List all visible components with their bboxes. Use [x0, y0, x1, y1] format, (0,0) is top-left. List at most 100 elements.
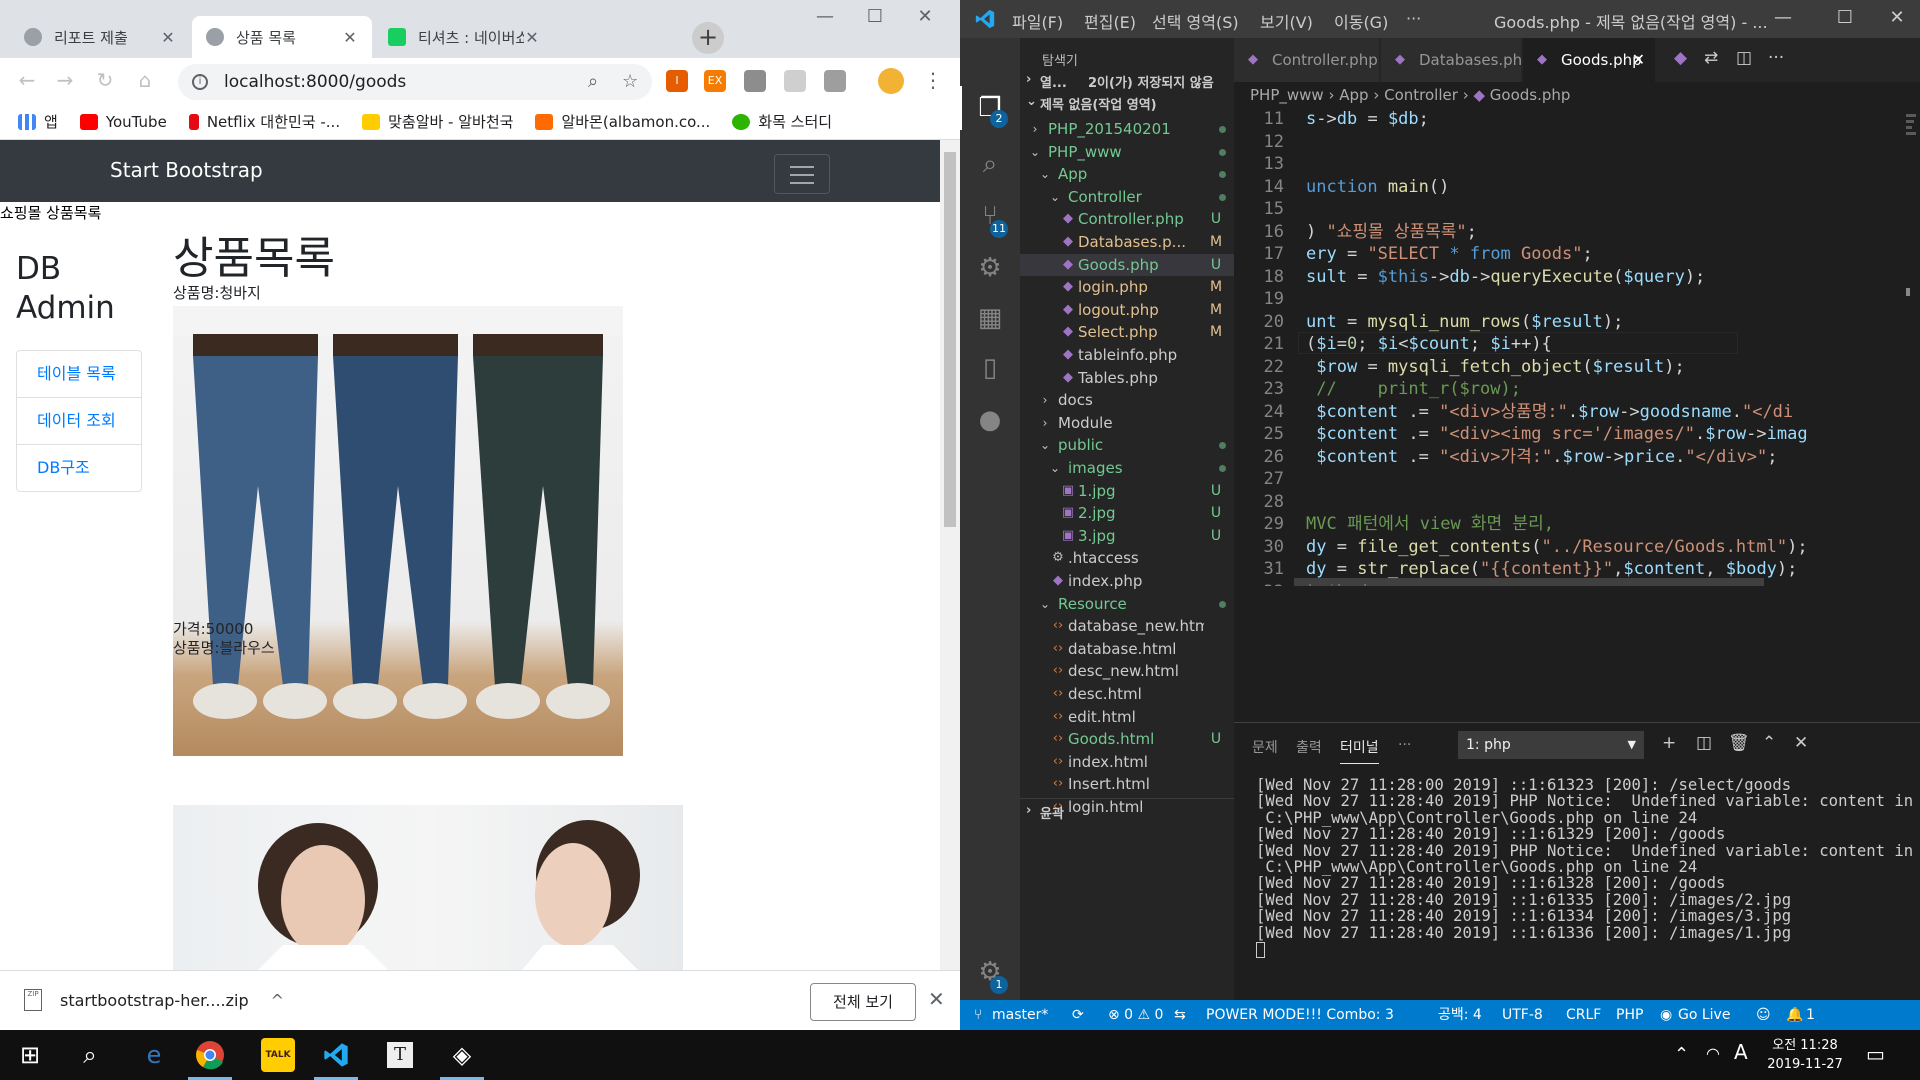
sidebar-item-data[interactable]: 데이터 조회	[17, 398, 141, 445]
minimize-icon[interactable]: —	[810, 6, 840, 27]
close-icon[interactable]: ✕	[342, 28, 358, 47]
terminal-select[interactable]: 1: php ▼	[1458, 731, 1644, 759]
menu-view[interactable]: 보기(V)	[1260, 9, 1313, 33]
tree-item[interactable]: ▣ 1.jpg U	[1020, 480, 1234, 502]
split-editor-icon[interactable]: ◫	[1736, 48, 1752, 68]
bookmark-star-icon[interactable]: ☆	[622, 71, 638, 92]
editor-tab-databases[interactable]: ◆ Databases.php	[1381, 38, 1532, 82]
extensions-icon[interactable]: ▦	[972, 300, 1008, 336]
extension-print-icon[interactable]	[744, 70, 766, 92]
address-bar[interactable]: i localhost:8000/goods ⌕ ☆	[178, 64, 652, 100]
tray-chevron-icon[interactable]: ⌃	[1674, 1044, 1689, 1065]
outline-section[interactable]: › 윤곽	[1020, 798, 1234, 824]
tree-item[interactable]: ◆ Controller.php U	[1020, 208, 1234, 230]
panel-tab-terminal[interactable]: 터미널	[1340, 737, 1379, 764]
split-terminal-icon[interactable]: ◫	[1696, 733, 1712, 753]
tree-item[interactable]: ‹› desc_new.html	[1020, 660, 1234, 682]
status-eol[interactable]: CRLF	[1566, 1000, 1601, 1030]
maximize-icon[interactable]: ☐	[860, 6, 890, 27]
breadcrumb-item[interactable]: PHP_www	[1250, 86, 1324, 104]
panel-tab-problems[interactable]: 문제	[1252, 737, 1278, 757]
page-scrollbar-thumb[interactable]	[944, 152, 956, 527]
status-notifications[interactable]: 1	[1806, 1000, 1815, 1030]
tree-item[interactable]: ▣ 2.jpg U	[1020, 502, 1234, 524]
search-icon[interactable]: ⌕	[60, 1030, 120, 1080]
sidebar-item-db-structure[interactable]: DB구조	[17, 445, 141, 491]
editor-tab-goods[interactable]: ◆ Goods.php ✕	[1523, 38, 1655, 82]
php-preview-icon[interactable]: ◆	[1674, 48, 1687, 68]
tree-item[interactable]: › PHP_201540201	[1020, 118, 1234, 140]
terminal-output[interactable]: [Wed Nov 27 11:28:00 2019] ::1:61323 [20…	[1256, 777, 1916, 997]
notification-center-icon[interactable]: ▭	[1866, 1042, 1885, 1066]
menu-go[interactable]: 이동(G)	[1334, 9, 1388, 33]
vscode-taskbar-icon[interactable]	[306, 1030, 366, 1080]
navbar-brand[interactable]: Start Bootstrap	[110, 158, 263, 182]
status-indentation[interactable]: 공백: 4	[1438, 1000, 1482, 1030]
tree-item[interactable]: ‹› database.html	[1020, 638, 1234, 660]
minimap[interactable]	[1904, 108, 1920, 586]
tree-item[interactable]: ‹› Insert.html	[1020, 773, 1234, 795]
trash-icon[interactable]: 🗑	[1728, 733, 1750, 753]
breadcrumb-item[interactable]: App	[1339, 86, 1368, 104]
editor-tab-controller[interactable]: ◆ Controller.php	[1234, 38, 1379, 82]
maximize-icon[interactable]: ☐	[1830, 7, 1860, 28]
extension-puzzle-icon[interactable]	[784, 70, 806, 92]
tree-item[interactable]: ◆ index.php	[1020, 570, 1234, 592]
tree-item[interactable]: ‹› edit.html	[1020, 706, 1234, 728]
sidebar-item-tables[interactable]: 테이블 목록	[17, 351, 141, 398]
bookmark-youtube[interactable]: YouTube	[79, 113, 167, 131]
tree-item[interactable]: ▣ 3.jpg U	[1020, 525, 1234, 547]
bell-icon[interactable]: 🔔	[1786, 1000, 1803, 1030]
menu-selection[interactable]: 선택 영역(S)	[1152, 9, 1239, 33]
forward-icon[interactable]: →	[52, 68, 78, 92]
status-branch[interactable]: master*	[992, 1000, 1048, 1030]
close-window-icon[interactable]: ✕	[1882, 7, 1912, 28]
tree-item[interactable]: ◆ logout.php M	[1020, 299, 1234, 321]
tree-item[interactable]: ‹› desc.html	[1020, 683, 1234, 705]
bookmark-netflix[interactable]: Netflix 대한민국 -...	[188, 111, 340, 132]
chrome-icon[interactable]	[180, 1030, 240, 1080]
bookmark-albachunkuk[interactable]: 맞춤알바 - 알바천국	[362, 111, 513, 132]
workspace-section[interactable]: ⌄ 제목 없음(작업 영역)	[1020, 94, 1234, 120]
tree-item[interactable]: ◆ Goods.php U	[1020, 253, 1234, 276]
tree-item[interactable]: ‹› database_new.html	[1020, 615, 1234, 637]
kakaotalk-icon[interactable]: TALK	[248, 1030, 308, 1080]
close-panel-icon[interactable]: ✕	[1794, 733, 1808, 753]
tree-item[interactable]: ‹› Goods.html U	[1020, 728, 1234, 750]
breadcrumb-item[interactable]: Goods.php	[1490, 86, 1571, 104]
menu-file[interactable]: 파일(F)	[1012, 9, 1063, 33]
tree-item[interactable]: ⌄ App	[1020, 163, 1234, 185]
back-icon[interactable]: ←	[14, 68, 40, 92]
sync-icon[interactable]: ⟳	[1072, 1000, 1084, 1030]
github-icon[interactable]: ●	[972, 402, 1008, 438]
panel-tab-output[interactable]: 출력	[1296, 737, 1322, 757]
more-actions-icon[interactable]: ···	[1768, 48, 1784, 68]
code-horizontal-scrollbar[interactable]	[1294, 578, 1764, 586]
minimize-icon[interactable]: —	[1768, 7, 1798, 28]
tree-item[interactable]: ‹› index.html	[1020, 751, 1234, 773]
show-all-downloads-button[interactable]: 전체 보기	[810, 983, 916, 1021]
page-scrollbar[interactable]	[940, 140, 960, 970]
panel-more-icon[interactable]: ···	[1398, 737, 1411, 753]
hamburger-menu-button[interactable]	[774, 154, 830, 194]
search-icon[interactable]: ⌕	[588, 71, 598, 92]
reload-icon[interactable]: ↻	[92, 68, 118, 92]
remote-explorer-icon[interactable]: ▯	[972, 350, 1008, 386]
debug-icon[interactable]: ⚙	[972, 250, 1008, 286]
live-share-icon[interactable]: ⇆	[1174, 1000, 1186, 1030]
extension-i-icon[interactable]: I	[666, 70, 688, 92]
menu-edit[interactable]: 편집(E)	[1084, 9, 1136, 33]
tree-item[interactable]: › docs	[1020, 389, 1234, 411]
maximize-panel-icon[interactable]: ⌃	[1762, 733, 1776, 753]
menu-icon[interactable]: ⋮	[920, 68, 946, 92]
new-tab-button[interactable]: +	[692, 22, 724, 54]
tree-item[interactable]: ◆ tableinfo.php	[1020, 344, 1234, 366]
snipping-tool-icon[interactable]: ◈	[432, 1030, 492, 1080]
close-window-icon[interactable]: ✕	[910, 6, 940, 27]
search-icon[interactable]: ⌕	[972, 146, 1008, 182]
profile-avatar[interactable]	[878, 68, 904, 94]
breadcrumb-item[interactable]: Controller	[1384, 86, 1458, 104]
chevron-up-icon[interactable]: ^	[271, 991, 284, 1010]
clock[interactable]: 오전 11:28 2019-11-27	[1760, 1034, 1850, 1072]
info-icon[interactable]: i	[192, 74, 208, 90]
